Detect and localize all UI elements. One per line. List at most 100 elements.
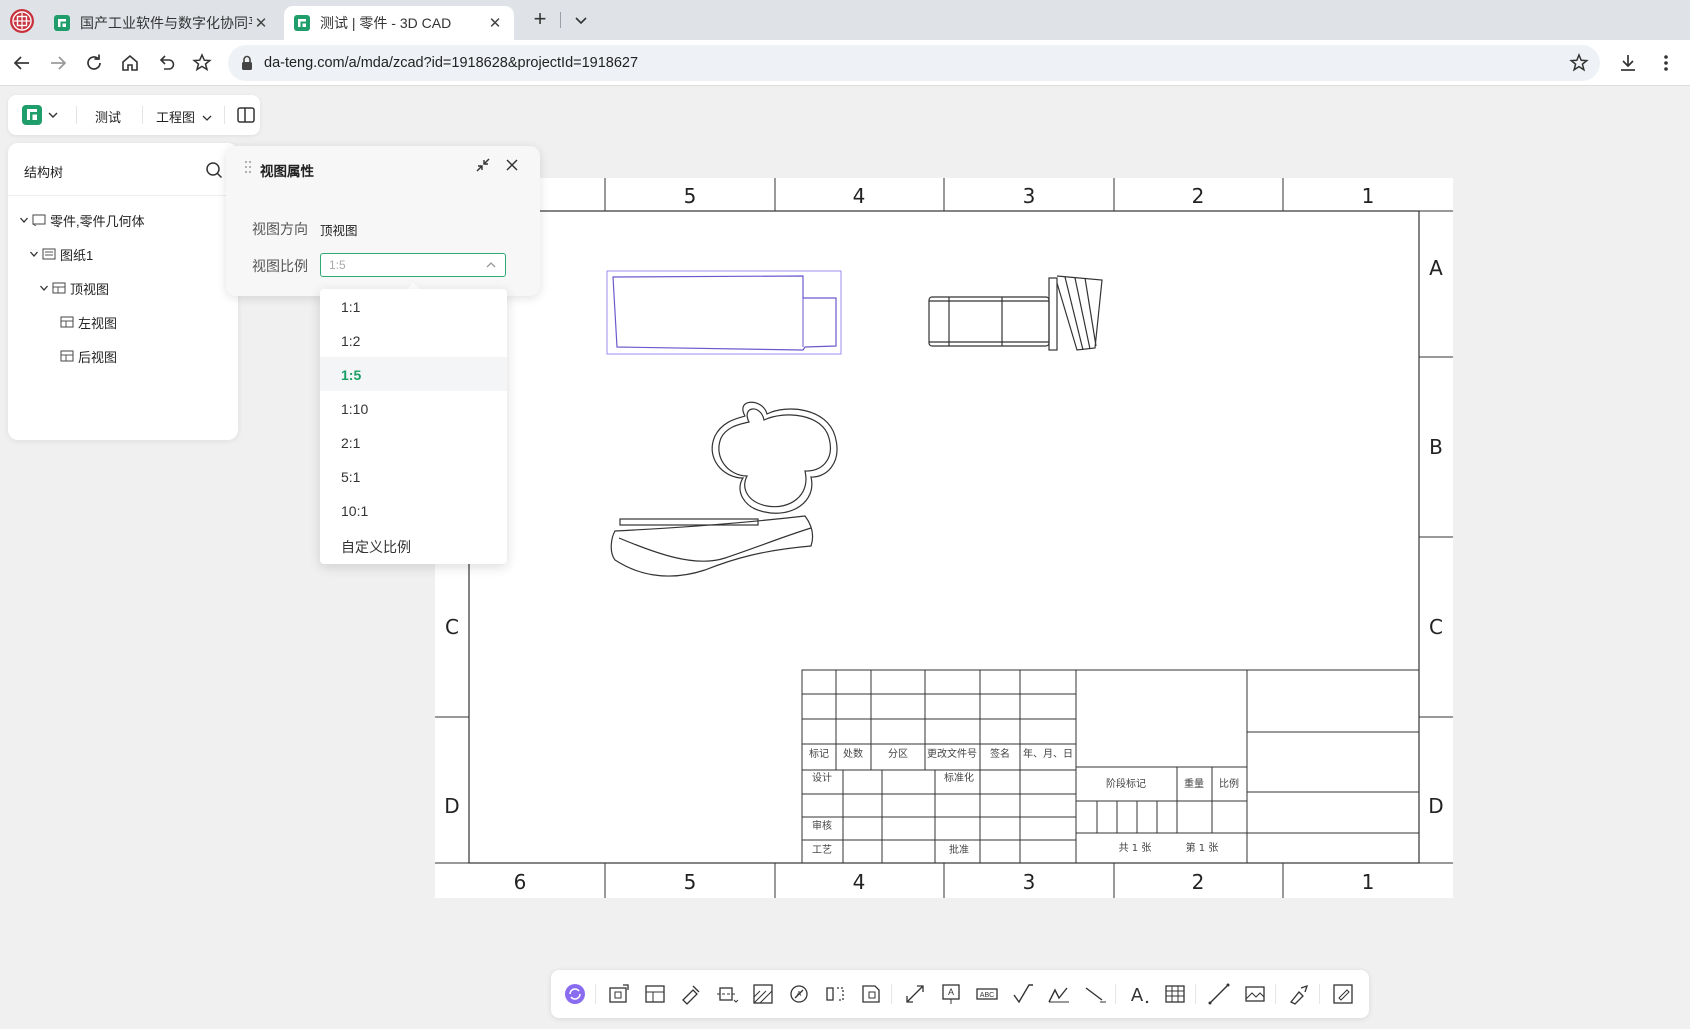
search-icon[interactable] bbox=[205, 161, 223, 179]
url-text[interactable]: da-teng.com/a/mda/zcad?id=1918628&projec… bbox=[264, 55, 638, 71]
tree-node-label: 后视图 bbox=[78, 349, 118, 365]
back-icon[interactable] bbox=[10, 51, 34, 75]
undo-icon[interactable] bbox=[154, 51, 178, 75]
section-view-icon[interactable] bbox=[715, 982, 739, 1006]
scale-option[interactable]: 2:1 bbox=[320, 425, 507, 459]
address-bar[interactable]: da-teng.com/a/mda/zcad?id=1918628&projec… bbox=[228, 45, 1600, 81]
tb-signature: 签名 bbox=[990, 747, 1010, 760]
mode-label: 工程图 bbox=[156, 110, 196, 125]
download-icon[interactable] bbox=[1616, 51, 1640, 75]
row-label-right: D bbox=[1428, 794, 1443, 818]
col-label-bottom: 2 bbox=[1192, 870, 1205, 894]
tab-close-icon[interactable]: ✕ bbox=[486, 14, 504, 32]
bookmark-star-icon[interactable] bbox=[190, 51, 214, 75]
scale-dropdown: 1:1 1:2 1:5 1:10 2:1 5:1 10:1 自定义比例 bbox=[320, 289, 507, 564]
edit-sheet-icon[interactable] bbox=[1331, 982, 1355, 1006]
sheet-icon bbox=[42, 248, 56, 260]
title-block bbox=[801, 669, 1420, 864]
lock-icon[interactable] bbox=[238, 54, 256, 72]
svg-text:A: A bbox=[797, 991, 802, 998]
left-view[interactable] bbox=[928, 275, 1103, 351]
balloon-icon[interactable]: ABC bbox=[975, 982, 999, 1006]
crop-view-icon[interactable] bbox=[823, 982, 847, 1006]
col-label-top: 5 bbox=[684, 184, 697, 208]
browser-menu-icon[interactable] bbox=[1654, 51, 1678, 75]
drawing-toolbar: A A ABC A bbox=[551, 970, 1369, 1018]
scale-option[interactable]: 1:2 bbox=[320, 323, 507, 357]
panel-toggle-icon[interactable] bbox=[236, 105, 256, 125]
back-view[interactable] bbox=[610, 401, 838, 577]
sync-icon[interactable] bbox=[563, 982, 587, 1006]
format-painter-icon[interactable] bbox=[1287, 982, 1311, 1006]
project-name[interactable]: 测试 bbox=[95, 107, 121, 126]
bookmark-page-icon[interactable] bbox=[1568, 52, 1590, 74]
scale-option-selected[interactable]: 1:5 bbox=[320, 357, 507, 391]
browser-profile-icon[interactable] bbox=[9, 8, 35, 34]
leader-icon[interactable] bbox=[1083, 982, 1107, 1006]
app-menu-button[interactable] bbox=[22, 104, 66, 126]
tb-approve: 批准 bbox=[949, 843, 969, 856]
drag-handle-icon[interactable] bbox=[244, 160, 252, 174]
svg-text:A: A bbox=[948, 987, 954, 997]
scale-option[interactable]: 1:10 bbox=[320, 391, 507, 425]
dimension-icon[interactable]: A bbox=[939, 982, 963, 1006]
text-icon[interactable]: A bbox=[1127, 982, 1151, 1006]
tree-node-sheet[interactable]: 图纸1 bbox=[29, 243, 93, 265]
close-icon[interactable] bbox=[503, 156, 521, 174]
detail-view-icon[interactable] bbox=[751, 982, 775, 1006]
scale-option-custom[interactable]: 自定义比例 bbox=[320, 527, 507, 561]
tree-node-label: 左视图 bbox=[78, 315, 118, 331]
forward-icon[interactable] bbox=[46, 51, 70, 75]
break-view-icon[interactable]: A bbox=[787, 982, 811, 1006]
chevron-down-icon[interactable] bbox=[39, 283, 49, 293]
tree-node-left-view[interactable]: 左视图 bbox=[60, 311, 117, 333]
tab-platform[interactable]: 国产工业软件与数字化协同平 ✕ bbox=[44, 6, 280, 40]
surface-finish-icon[interactable] bbox=[1011, 982, 1035, 1006]
align-view-icon[interactable] bbox=[903, 982, 927, 1006]
mode-dropdown[interactable]: 工程图 bbox=[156, 107, 212, 126]
broken-out-icon[interactable] bbox=[859, 982, 883, 1006]
tab-cad[interactable]: 测试 | 零件 - 3D CAD ✕ bbox=[284, 6, 514, 40]
chevron-down-icon[interactable] bbox=[19, 215, 29, 225]
projected-view-icon[interactable] bbox=[643, 982, 667, 1006]
tb-sheets-total: 共 1 张 bbox=[1119, 842, 1152, 854]
auxiliary-view-icon[interactable] bbox=[679, 982, 703, 1006]
image-icon[interactable] bbox=[1243, 982, 1267, 1006]
line-icon[interactable] bbox=[1207, 982, 1231, 1006]
view-scale-select[interactable]: 1:5 bbox=[320, 253, 506, 277]
new-tab-icon[interactable]: + bbox=[528, 8, 552, 32]
svg-text:A: A bbox=[1131, 985, 1144, 1006]
scale-option[interactable]: 1:1 bbox=[320, 289, 507, 323]
tab-close-icon[interactable]: ✕ bbox=[252, 14, 270, 32]
toolbar-divider bbox=[891, 984, 892, 1004]
tb-count: 处数 bbox=[843, 747, 863, 760]
row-label-right: C bbox=[1429, 615, 1443, 639]
tb-zone: 分区 bbox=[888, 748, 908, 760]
col-label-top: 1 bbox=[1362, 184, 1375, 208]
svg-text:ABC: ABC bbox=[980, 992, 994, 999]
drawing-canvas[interactable]: 5 4 3 2 1 6 5 4 3 2 1 A B C D C D 标记 处数 … bbox=[435, 178, 1453, 898]
tree-node-part[interactable]: 零件,零件几何体 bbox=[19, 209, 145, 231]
scale-option[interactable]: 5:1 bbox=[320, 459, 507, 493]
reload-icon[interactable] bbox=[82, 51, 106, 75]
home-icon[interactable] bbox=[118, 51, 142, 75]
chevron-down-icon[interactable] bbox=[29, 249, 39, 259]
toolbar-divider bbox=[76, 106, 77, 124]
scale-option[interactable]: 10:1 bbox=[320, 493, 507, 527]
divider bbox=[8, 195, 238, 196]
row-label-left: D bbox=[444, 794, 459, 818]
toolbar-divider bbox=[595, 984, 596, 1004]
tree-node-top-view[interactable]: 顶视图 bbox=[39, 277, 109, 299]
tab-list-icon[interactable] bbox=[570, 9, 592, 31]
toolbar-divider bbox=[1195, 984, 1196, 1004]
collapse-icon[interactable] bbox=[474, 156, 492, 174]
table-icon[interactable] bbox=[1163, 982, 1187, 1006]
top-view-selected[interactable] bbox=[606, 270, 842, 355]
weld-symbol-icon[interactable] bbox=[1047, 982, 1071, 1006]
drawing-sheet[interactable]: 5 4 3 2 1 6 5 4 3 2 1 A B C D C D 标记 处数 … bbox=[435, 178, 1453, 898]
col-label-bottom: 6 bbox=[514, 870, 527, 894]
base-view-icon[interactable] bbox=[607, 982, 631, 1006]
row-label-left: C bbox=[445, 615, 459, 639]
tree-node-label: 顶视图 bbox=[70, 281, 110, 297]
tree-node-back-view[interactable]: 后视图 bbox=[60, 345, 117, 367]
